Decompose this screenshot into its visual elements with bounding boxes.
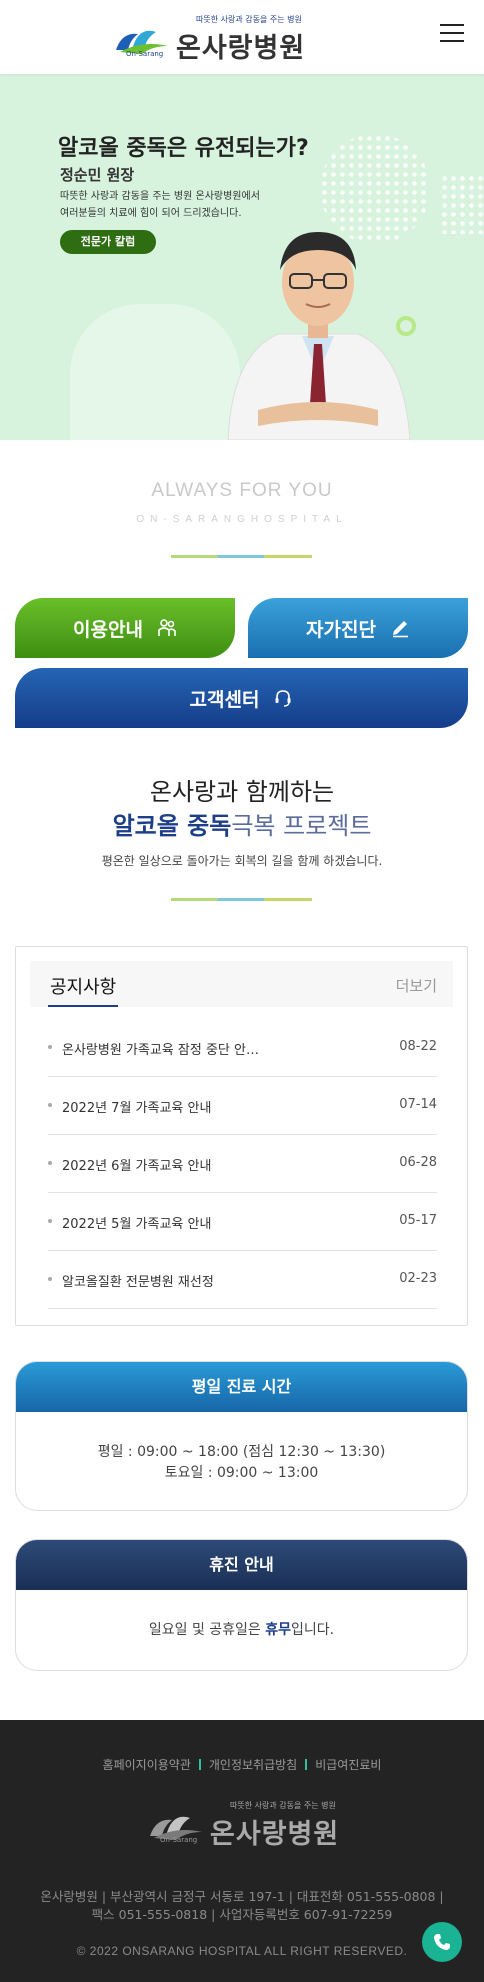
closed-text: 일요일 및 공휴일은	[148, 1622, 266, 1638]
doctor-photo	[227, 232, 411, 440]
guide-button-label: 이용안내	[73, 618, 143, 641]
closed-notice-card: 휴진 안내 일요일 및 공휴일은 휴무입니다.	[15, 1539, 468, 1671]
notice-title-underline	[48, 1005, 118, 1007]
notice-item-title: 알코올질환 전문병원 재선정	[62, 1275, 214, 1290]
terms-link[interactable]: 홈페이지이용약관	[103, 1758, 191, 1772]
notice-item-title: 2022년 6월 가족교육 안내	[62, 1159, 212, 1174]
project-heading-line2: 알코올 중독극복 프로젝트	[0, 806, 484, 841]
notice-item-date: 05-17	[399, 1213, 437, 1228]
bullet-icon	[48, 1161, 52, 1165]
notice-item-date: 06-28	[399, 1155, 437, 1170]
project-heading-line1: 온사랑과 함께하는	[149, 778, 335, 806]
notice-item-title: 2022년 7월 가족교육 안내	[62, 1101, 212, 1116]
headset-icon	[275, 690, 291, 707]
footer-copyright: © 2022 ONSARANG HOSPITAL ALL RIGHT RESER…	[76, 1944, 408, 1958]
hero-doctor-name: 정순민 원장	[60, 166, 135, 184]
closed-text-bold: 휴무	[265, 1622, 292, 1638]
section-divider	[171, 898, 312, 901]
notice-header: 공지사항 더보기	[30, 961, 453, 1007]
footer-links: 홈페이지이용약관 개인정보취급방침 비급여진료비	[0, 1756, 484, 1773]
notice-item[interactable]: 2022년 7월 가족교육 안내 07-14	[48, 1077, 437, 1135]
slogan-subtitle: ON-SARANGHOSPITAL	[136, 514, 348, 525]
site-header: 따뜻한 사랑과 감동을 주는 병원 온사랑병원 On-Sarang	[0, 0, 484, 74]
link-separator	[305, 1759, 308, 1770]
notice-more-link[interactable]: 더보기	[396, 975, 437, 996]
clinic-hours-title: 평일 진료 시간	[16, 1362, 467, 1412]
logo-name: 온사랑병원	[176, 33, 306, 64]
notice-item-title: 2022년 5월 가족교육 안내	[62, 1217, 212, 1232]
notice-item[interactable]: 2022년 6월 가족교육 안내 06-28	[48, 1135, 437, 1193]
hero-desc-line: 따뜻한 사랑과 감동을 주는 병원 온사랑병원에서	[60, 191, 260, 202]
notice-item-date: 07-14	[399, 1097, 437, 1112]
logo-name: 온사랑병원	[210, 1819, 340, 1850]
bullet-icon	[48, 1045, 52, 1049]
guide-button[interactable]: 이용안내	[15, 598, 235, 658]
project-description: 평온한 일상으로 돌아가는 회복의 길을 함께 하겠습니다.	[101, 854, 383, 868]
notice-item[interactable]: 알코올질환 전문병원 재선정 02-23	[48, 1251, 437, 1309]
expert-column-button[interactable]: 전문가 칼럼	[60, 230, 156, 254]
logo-tagline: 따뜻한 사랑과 감동을 주는 병원	[230, 1801, 336, 1810]
notice-title: 공지사항	[50, 977, 117, 998]
logo-english: On-Sarang	[126, 50, 164, 58]
call-button[interactable]	[422, 1922, 462, 1962]
customer-center-button[interactable]: 고객센터	[15, 668, 468, 728]
logo[interactable]: 따뜻한 사랑과 감동을 주는 병원 온사랑병원 On-Sarang	[112, 12, 306, 64]
notice-item[interactable]: 온사랑병원 가족교육 잠정 중단 안… 08-22	[48, 1019, 437, 1077]
people-icon	[158, 619, 176, 636]
closed-notice-title: 휴진 안내	[16, 1540, 467, 1590]
notice-item-date: 02-23	[399, 1271, 437, 1286]
slogan-title: ALWAYS FOR YOU	[151, 480, 333, 501]
bullet-icon	[48, 1219, 52, 1223]
saturday-hours: 토요일 : 09:00 ~ 13:00	[164, 1465, 319, 1481]
notice-item[interactable]: 2022년 5월 가족교육 안내 05-17	[48, 1193, 437, 1251]
bullet-icon	[48, 1103, 52, 1107]
hero-banner: 알코올 중독은 유전되는가? 정순민 원장 따뜻한 사랑과 감동을 주는 병원 …	[0, 74, 484, 440]
notice-list: 온사랑병원 가족교육 잠정 중단 안… 08-22 2022년 7월 가족교육 …	[48, 1019, 437, 1309]
footer-address: 온사랑병원 | 부산광역시 금정구 서동로 197-1 | 대표전화 051-5…	[0, 1888, 484, 1924]
closed-text-end: 입니다.	[291, 1622, 335, 1638]
notice-board: 공지사항 더보기 온사랑병원 가족교육 잠정 중단 안… 08-22 2022년…	[15, 946, 468, 1326]
project-heading-bold: 알코올 중독	[112, 812, 232, 840]
self-diagnosis-button[interactable]: 자가진단	[248, 598, 468, 658]
hamburger-menu-icon[interactable]	[440, 24, 464, 44]
site-footer: 홈페이지이용약관 개인정보취급방침 비급여진료비 따뜻한 사랑과 감동을 주는 병원…	[0, 1720, 484, 1982]
notice-item-date: 08-22	[399, 1039, 437, 1054]
privacy-link[interactable]: 개인정보취급방침	[209, 1758, 297, 1772]
phone-icon	[434, 1934, 450, 1950]
clinic-hours-card: 평일 진료 시간 평일 : 09:00 ~ 18:00 (점심 12:30 ~ …	[15, 1361, 468, 1511]
section-divider	[171, 555, 312, 558]
customer-center-label: 고객센터	[189, 688, 260, 711]
project-heading-light: 극복 프로젝트	[231, 812, 372, 840]
weekday-hours: 평일 : 09:00 ~ 18:00 (점심 12:30 ~ 13:30)	[97, 1444, 386, 1460]
pencil-icon	[392, 621, 408, 638]
logo-tagline: 따뜻한 사랑과 감동을 주는 병원	[196, 15, 302, 24]
footer-logo: 따뜻한 사랑과 감동을 주는 병원 온사랑병원 On-Sarang	[146, 1798, 340, 1850]
footer-address-line: 팩스 051-555-0818 | 사업자등록번호 607-91-72259	[91, 1907, 393, 1922]
hero-decor-shape	[70, 304, 240, 440]
self-diagnosis-label: 자가진단	[306, 618, 376, 641]
non-covered-fees-link[interactable]: 비급여진료비	[315, 1758, 381, 1772]
hero-title: 알코올 중독은 유전되는가?	[58, 136, 309, 161]
clinic-hours-body: 평일 : 09:00 ~ 18:00 (점심 12:30 ~ 13:30) 토요…	[16, 1412, 467, 1484]
logo-english: On-Sarang	[160, 1836, 198, 1844]
notice-item-title: 온사랑병원 가족교육 잠정 중단 안…	[62, 1043, 259, 1058]
footer-address-line: 온사랑병원 | 부산광역시 금정구 서동로 197-1 | 대표전화 051-5…	[40, 1889, 444, 1904]
closed-notice-body: 일요일 및 공휴일은 휴무입니다.	[16, 1590, 467, 1641]
hero-dot-pattern-small	[440, 174, 484, 234]
bullet-icon	[48, 1277, 52, 1281]
link-separator	[198, 1759, 201, 1770]
